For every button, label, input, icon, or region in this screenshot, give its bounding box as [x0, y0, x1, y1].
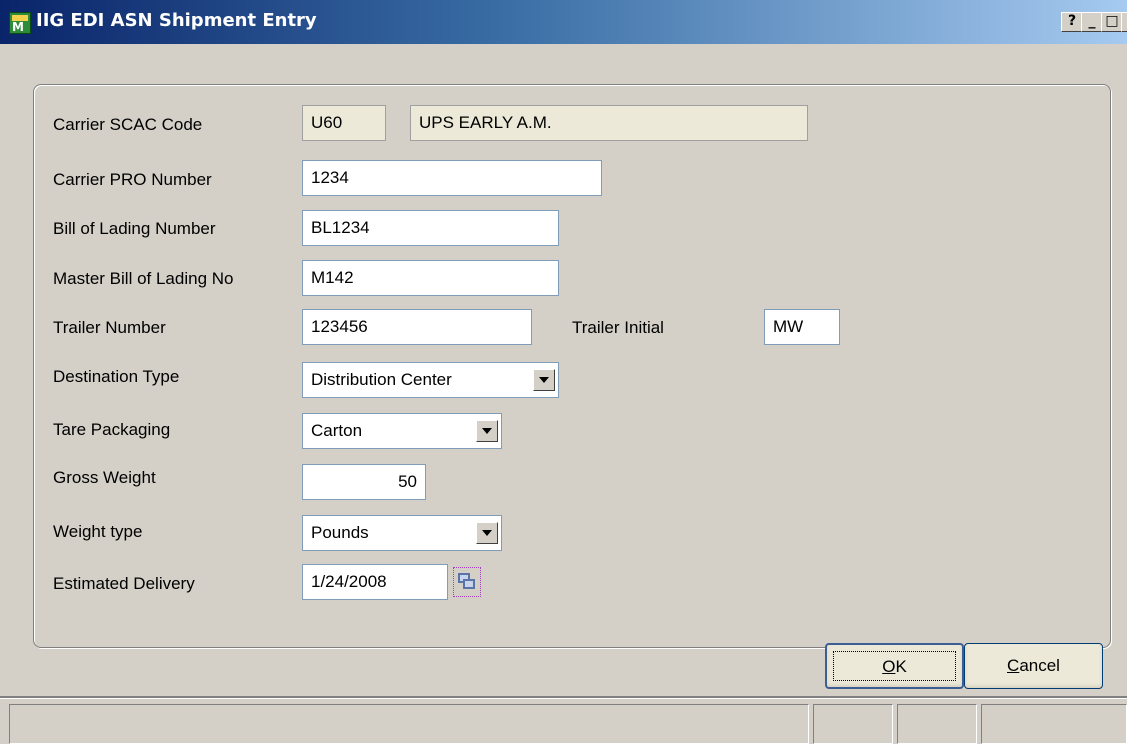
calendar-icon[interactable] — [453, 567, 481, 597]
help-button[interactable]: ? — [1061, 12, 1083, 32]
status-panel-2 — [813, 704, 893, 744]
trailer-number-field[interactable]: 123456 — [302, 309, 532, 345]
status-panel-3 — [897, 704, 977, 744]
destination-type-select[interactable]: Distribution Center — [302, 362, 559, 398]
weight-type-value: Pounds — [311, 523, 369, 542]
cancel-label: ancel — [1019, 656, 1060, 675]
estimated-delivery-field[interactable]: 1/24/2008 — [302, 564, 448, 600]
estimated-delivery-label: Estimated Delivery — [53, 574, 195, 593]
app-icon[interactable] — [9, 12, 31, 34]
destination-type-value: Distribution Center — [311, 370, 452, 389]
cancel-accel: C — [1007, 656, 1020, 675]
destination-type-label: Destination Type — [53, 367, 180, 386]
carrier-pro-field[interactable]: 1234 — [302, 160, 602, 196]
gross-weight-field[interactable]: 50 — [302, 464, 426, 500]
weight-type-label: Weight type — [53, 522, 143, 541]
status-separator — [0, 696, 1127, 699]
carrier-pro-label: Carrier PRO Number — [53, 170, 212, 189]
carrier-scac-label: Carrier SCAC Code — [53, 115, 203, 134]
tare-packaging-value: Carton — [311, 421, 363, 440]
master-bill-label: Master Bill of Lading No — [53, 269, 234, 288]
maximize-button[interactable]: □ — [1101, 12, 1123, 32]
cancel-button[interactable]: Cancel — [964, 643, 1103, 689]
window-title: IIG EDI ASN Shipment Entry — [36, 10, 317, 31]
weight-type-select[interactable]: Pounds — [302, 515, 502, 551]
title-bar[interactable]: IIG EDI ASN Shipment Entry ? _ □ X — [0, 0, 1127, 44]
tare-packaging-label: Tare Packaging — [53, 420, 171, 439]
carrier-description-field: UPS EARLY A.M. — [410, 105, 808, 141]
chevron-down-icon[interactable] — [533, 369, 555, 391]
bill-of-lading-field[interactable]: BL1234 — [302, 210, 559, 246]
status-panel-main — [9, 704, 809, 744]
carrier-scac-code-field[interactable]: U60 — [302, 105, 386, 141]
chevron-down-icon[interactable] — [476, 522, 498, 544]
trailer-initial-label: Trailer Initial — [572, 318, 664, 337]
tare-packaging-select[interactable]: Carton — [302, 413, 502, 449]
master-bill-field[interactable]: M142 — [302, 260, 559, 296]
chevron-down-icon[interactable] — [476, 420, 498, 442]
ok-button[interactable]: OK — [825, 643, 964, 689]
minimize-button[interactable]: _ — [1081, 12, 1103, 32]
gross-weight-label: Gross Weight — [53, 468, 156, 487]
bill-of-lading-label: Bill of Lading Number — [53, 219, 216, 238]
trailer-initial-field[interactable]: MW — [764, 309, 840, 345]
status-panel-4 — [981, 704, 1127, 744]
close-button[interactable]: X — [1121, 12, 1127, 32]
trailer-number-label: Trailer Number — [53, 318, 166, 337]
